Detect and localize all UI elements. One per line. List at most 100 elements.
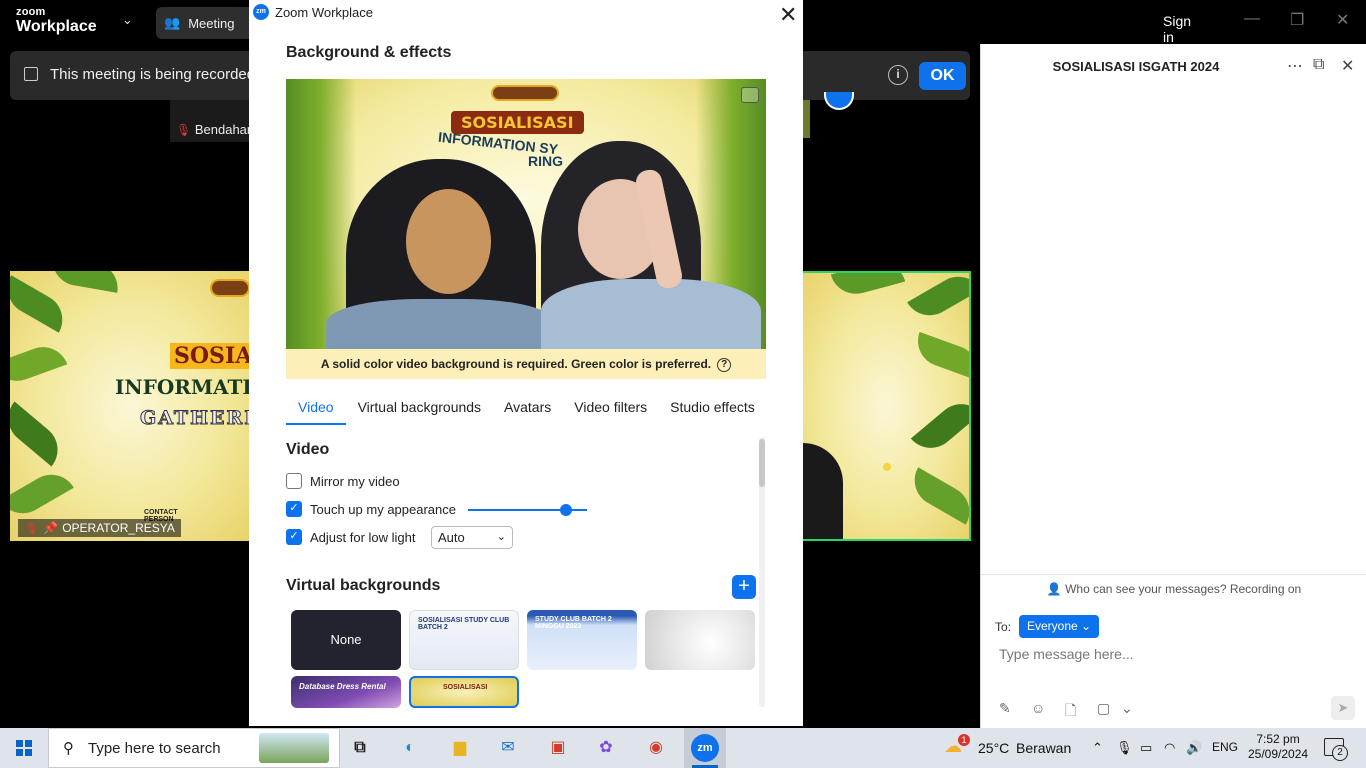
- vb-label: SOSIALISASI: [443, 684, 488, 691]
- touch-up-label: Touch up my appearance: [310, 501, 456, 517]
- chevron-up-icon[interactable]: ⌃: [1092, 740, 1103, 756]
- touch-up-option[interactable]: ✓ Touch up my appearance: [286, 501, 456, 517]
- slider-handle[interactable]: [559, 504, 572, 516]
- person-icon: 👤: [1046, 582, 1062, 596]
- mirror-video-option[interactable]: Mirror my video: [286, 473, 400, 489]
- screenshot-icon[interactable]: ▢: [1097, 700, 1110, 717]
- vb-label: SOSIALISASI STUDY CLUB BATCH 2: [418, 617, 510, 631]
- vb-law-scale[interactable]: [645, 610, 755, 670]
- preview-poster-title: SOSIALISASI: [451, 111, 584, 134]
- pop-out-icon[interactable]: [741, 87, 759, 103]
- clock-time: 7:52 pm: [1256, 732, 1300, 746]
- person-left-face: [406, 189, 491, 294]
- touch-up-slider[interactable]: [468, 504, 587, 516]
- language-indicator[interactable]: ENG: [1212, 740, 1238, 754]
- edge-icon[interactable]: ◐: [396, 734, 424, 762]
- pop-out-icon[interactable]: ⧉: [1313, 56, 1324, 74]
- vb-database-dress-rental[interactable]: Database Dress Rental: [291, 676, 401, 708]
- chevron-down-icon: ⌄: [496, 531, 506, 543]
- tab-video-filters[interactable]: Video filters: [574, 397, 647, 423]
- touch-up-checkbox[interactable]: ✓: [286, 501, 302, 517]
- tab-studio-effects[interactable]: Studio effects: [670, 397, 755, 423]
- virtual-backgrounds-heading: Virtual backgrounds: [286, 577, 441, 594]
- weather-temp[interactable]: 25°C: [978, 740, 1009, 756]
- more-options-icon[interactable]: ⋯: [1287, 56, 1303, 76]
- mirror-video-checkbox[interactable]: [286, 473, 302, 489]
- tab-avatars[interactable]: Avatars: [504, 397, 551, 423]
- low-light-label: Adjust for low light: [310, 529, 416, 545]
- zoom-taskbar-icon[interactable]: zm: [691, 734, 719, 762]
- message-input[interactable]: Type message here...: [999, 646, 1134, 662]
- zoom-logo[interactable]: zoom Workplace: [16, 7, 97, 35]
- task-view-icon[interactable]: ⧉: [346, 734, 374, 762]
- scrollbar-thumb[interactable]: [759, 439, 765, 487]
- vb-sosialisasi-selected[interactable]: SOSIALISASI: [409, 676, 519, 708]
- chevron-down-icon[interactable]: ⌄: [1121, 700, 1133, 717]
- chat-visibility-notice[interactable]: 👤 Who can see your messages? Recording o…: [981, 574, 1366, 602]
- logo-badge: [491, 85, 559, 101]
- close-icon[interactable]: ✕: [779, 2, 797, 28]
- dialog-window-title: Zoom Workplace: [275, 4, 374, 20]
- close-window-icon[interactable]: ✕: [1336, 10, 1349, 30]
- gift-icon[interactable]: ▣: [544, 734, 572, 762]
- format-text-icon[interactable]: ✎: [999, 700, 1011, 717]
- wifi-icon[interactable]: ◠: [1164, 740, 1175, 756]
- camera-preview: SOSIALISASI INFORMATION SY RING: [286, 79, 766, 349]
- tab-video[interactable]: Video: [286, 397, 346, 425]
- weather-description[interactable]: Berawan: [1016, 740, 1071, 756]
- dialog-heading: Background & effects: [286, 44, 452, 61]
- minimize-icon[interactable]: —: [1244, 10, 1260, 28]
- recipient-dropdown[interactable]: Everyone ⌄: [1019, 615, 1100, 638]
- participant-tile-edge: [803, 100, 810, 138]
- vb-study-club-batch[interactable]: STUDY CLUB BATCH 2 MINGGU 2023: [527, 610, 637, 670]
- vb-study-club[interactable]: SOSIALISASI STUDY CLUB BATCH 2: [409, 610, 519, 670]
- maximize-icon[interactable]: ❐: [1290, 10, 1304, 30]
- volume-icon[interactable]: 🔊: [1186, 740, 1202, 756]
- poster-title: SOSIA: [170, 343, 250, 369]
- battery-icon[interactable]: ▭: [1140, 740, 1152, 756]
- weather-badge: 1: [958, 734, 970, 746]
- low-light-option[interactable]: ✓ Adjust for low light: [286, 529, 416, 545]
- vb-none[interactable]: None: [291, 610, 401, 670]
- emoji-icon[interactable]: ☺: [1031, 700, 1045, 716]
- person-left-shirt: [326, 299, 556, 349]
- microphone-icon[interactable]: 🎙: [1116, 740, 1133, 756]
- low-light-mode-select[interactable]: Auto ⌄: [431, 526, 513, 549]
- windows-start-icon[interactable]: [16, 740, 32, 756]
- video-section-heading: Video: [286, 441, 330, 458]
- file-icon[interactable]: 🗋: [1065, 700, 1076, 724]
- sign-in-link[interactable]: Sign in: [1163, 13, 1191, 45]
- settings-scrollbar[interactable]: [759, 437, 765, 707]
- low-light-mode-value: Auto: [438, 530, 465, 545]
- ok-button[interactable]: OK: [919, 62, 966, 90]
- send-button[interactable]: ➤: [1331, 696, 1355, 720]
- notification-center-icon[interactable]: 2: [1324, 738, 1348, 761]
- clock[interactable]: 7:52 pm 25/09/2024: [1248, 732, 1308, 762]
- chevron-down-icon[interactable]: ⌄: [122, 12, 133, 28]
- avatar: [824, 92, 854, 110]
- notification-count: 2: [1332, 745, 1348, 761]
- background-effects-dialog: zm Zoom Workplace ✕ Background & effects…: [249, 0, 803, 726]
- help-icon[interactable]: ?: [717, 357, 732, 372]
- participant-tile-active-speaker[interactable]: [803, 271, 971, 541]
- chrome-icon[interactable]: ◉: [642, 734, 670, 762]
- dialog-titlebar: zm Zoom Workplace: [253, 4, 373, 20]
- info-icon[interactable]: i: [888, 65, 908, 85]
- participant-tile-operator[interactable]: SOSIA INFORMATI GATHERI CONTACT PERSON 🎙…: [10, 271, 250, 541]
- vb-label: STUDY CLUB BATCH 2 MINGGU 2023: [535, 616, 612, 630]
- taskbar-search[interactable]: ⚲ Type here to search: [48, 728, 340, 768]
- copilot-icon[interactable]: ✿: [592, 734, 620, 762]
- participant-tile-bendahara[interactable]: 🎙 Bendahar: [170, 100, 251, 142]
- effects-tabs: Video Virtual backgrounds Avatars Video …: [286, 397, 755, 425]
- chevron-down-icon: ⌄: [1081, 619, 1092, 633]
- add-background-button[interactable]: +: [732, 575, 756, 599]
- chat-panel: SOSIALISASI ISGATH 2024 ⋯ ⧉ ✕ 👤 Who can …: [980, 44, 1366, 728]
- mail-icon[interactable]: ✉: [494, 734, 522, 762]
- low-light-checkbox[interactable]: ✓: [286, 529, 302, 545]
- close-icon[interactable]: ✕: [1341, 56, 1354, 76]
- preview-poster-subtitle-2: RING: [528, 153, 563, 169]
- taskbar-search-placeholder: Type here to search: [88, 739, 221, 757]
- tab-virtual-backgrounds[interactable]: Virtual backgrounds: [358, 397, 481, 423]
- file-explorer-icon[interactable]: ▆: [446, 734, 474, 762]
- poster-subtitle-2: GATHERI: [139, 407, 250, 430]
